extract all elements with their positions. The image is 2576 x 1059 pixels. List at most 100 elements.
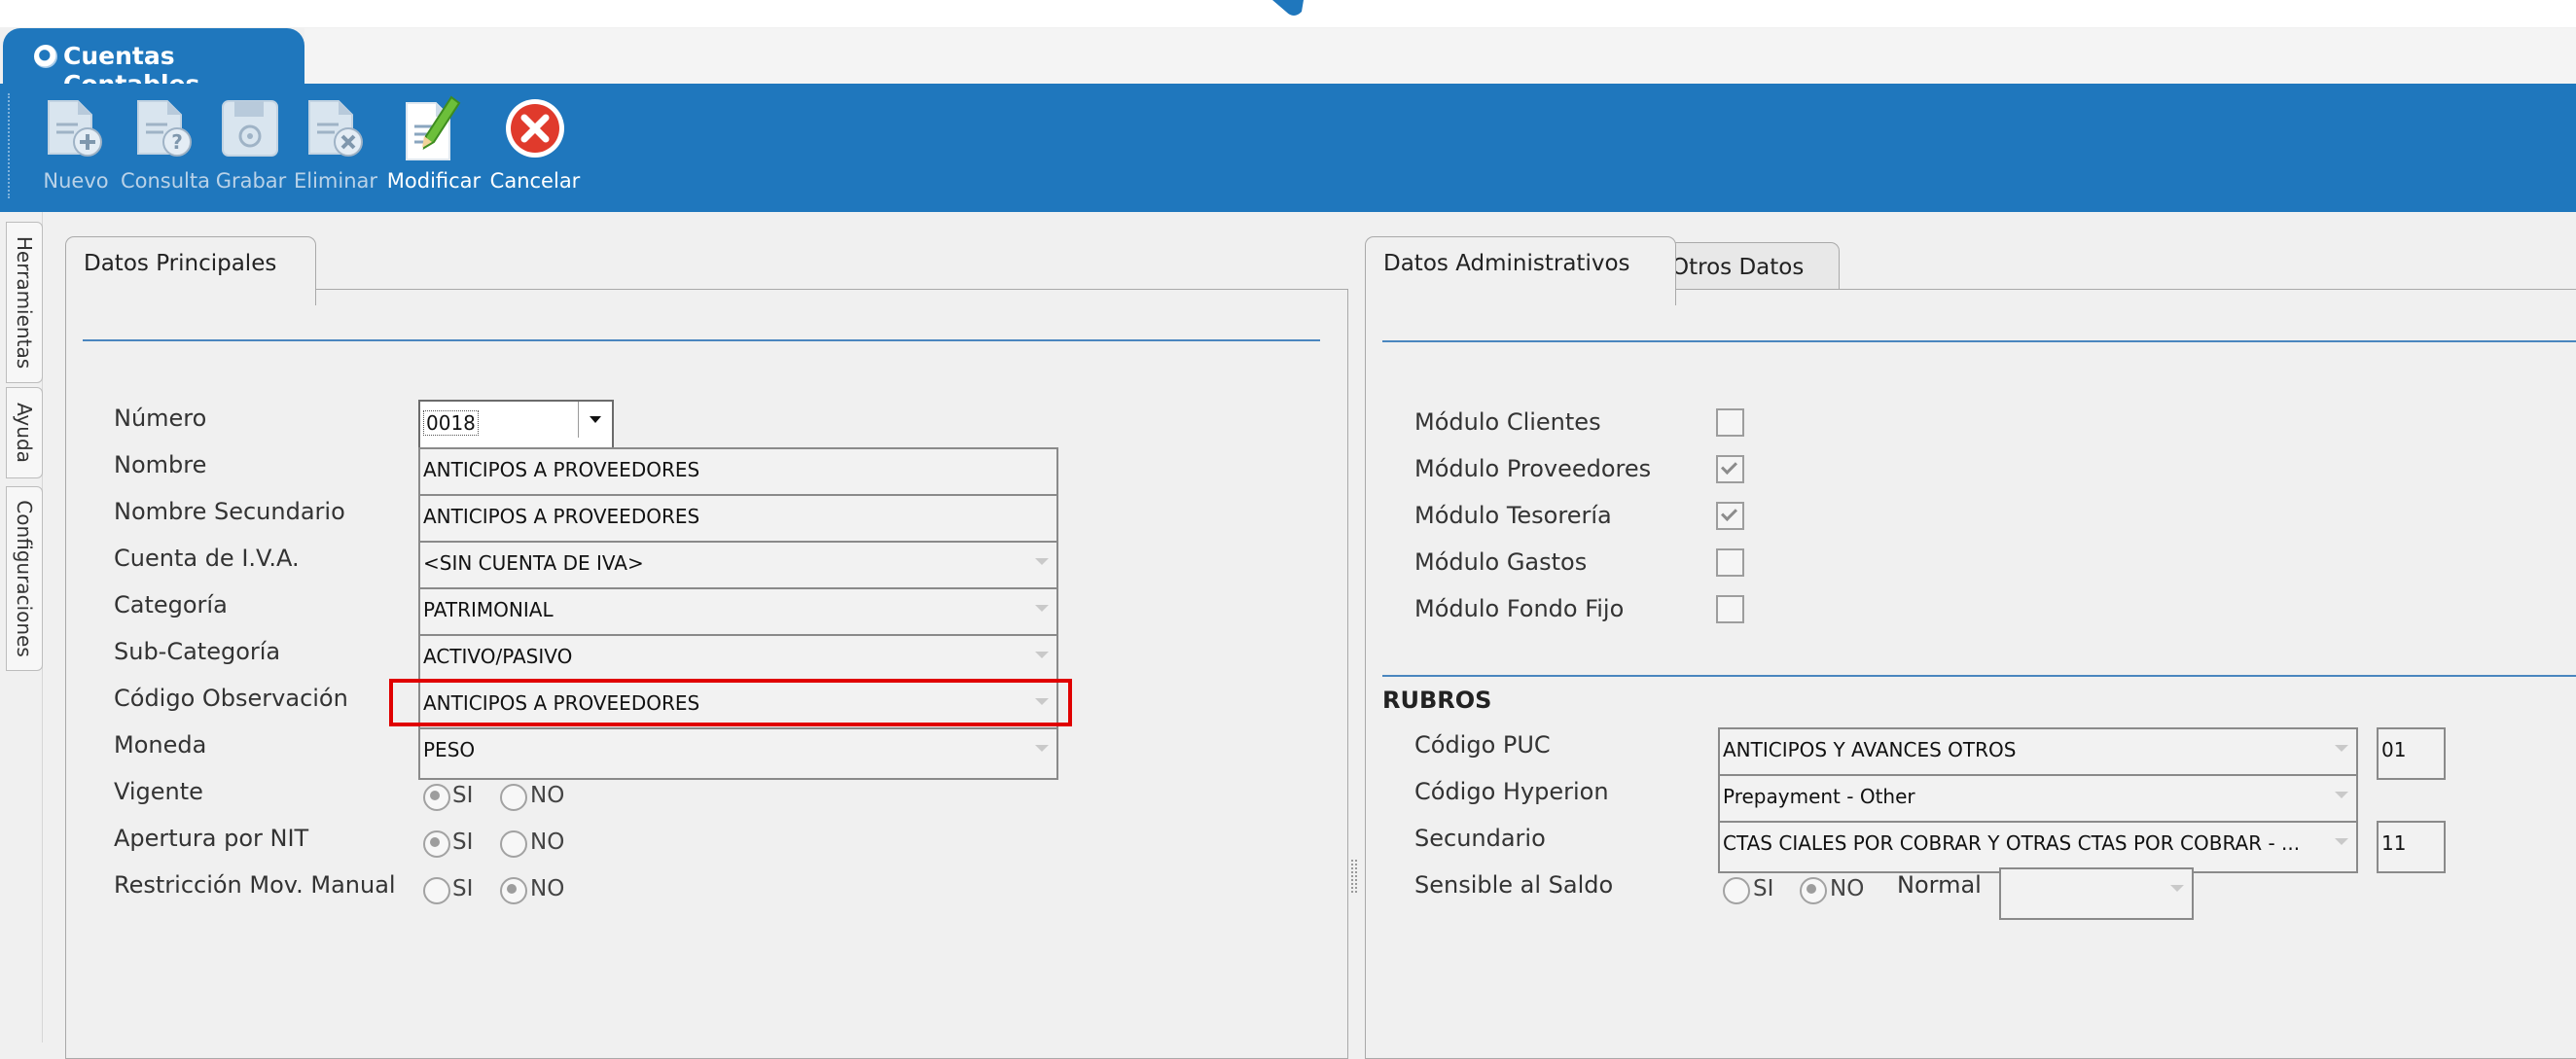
nombre-field[interactable]: ANTICIPOS A PROVEEDORES — [418, 447, 1058, 500]
sensible-saldo-label: Sensible al Saldo — [1414, 871, 1614, 899]
categoria-label: Categoría — [114, 591, 228, 618]
apertura-nit-si-label: SI — [452, 830, 474, 855]
save-label: Grabar — [215, 169, 287, 193]
chevron-down-icon — [2335, 792, 2348, 798]
toolbar-grip[interactable] — [8, 93, 12, 198]
moneda-label: Moneda — [114, 731, 207, 759]
new-label: Nuevo — [43, 169, 109, 193]
numero-combobox[interactable]: 0018 — [418, 400, 614, 452]
restriccion-label: Restricción Mov. Manual — [114, 871, 396, 899]
numero-label: Número — [114, 405, 207, 432]
cuenta-iva-label: Cuenta de I.V.A. — [114, 545, 300, 572]
sensible-saldo-si-radio[interactable] — [1723, 877, 1750, 904]
nombre-secundario-field[interactable]: ANTICIPOS A PROVEEDORES — [418, 494, 1058, 547]
restriccion-no-label: NO — [530, 876, 565, 901]
tab-datos-administrativos[interactable]: Datos Administrativos — [1365, 236, 1676, 305]
secundario-code: 11 — [2381, 831, 2407, 855]
nombre-label: Nombre — [114, 451, 207, 478]
chevron-down-icon — [590, 416, 601, 423]
side-tab-herramientas-label: Herramientas — [13, 235, 36, 370]
chevron-down-icon — [1035, 745, 1049, 752]
chevron-down-icon — [1035, 652, 1049, 658]
cuenta-iva-value: <SIN CUENTA DE IVA> — [423, 551, 644, 575]
secundario-code-field[interactable]: 11 — [2377, 821, 2446, 873]
apertura-nit-si-radio[interactable] — [423, 830, 450, 858]
categoria-select[interactable]: PATRIMONIAL — [418, 587, 1058, 640]
numero-dropdown-button[interactable] — [578, 402, 612, 438]
normal-label: Normal — [1897, 871, 1982, 899]
rubros-heading: RUBROS — [1382, 687, 1492, 714]
secundario-label: Secundario — [1414, 825, 1546, 852]
tab-datos-principales[interactable]: Datos Principales — [65, 236, 316, 305]
query-document-icon: ? — [137, 100, 192, 157]
delete-document-icon — [308, 100, 363, 157]
codigo-hyperion-label: Código Hyperion — [1414, 778, 1609, 805]
codigo-puc-select[interactable]: ANTICIPOS Y AVANCES OTROS — [1718, 727, 2358, 780]
app-logo-icon — [34, 45, 57, 68]
sensible-saldo-si-label: SI — [1753, 876, 1774, 901]
modulo-clientes-checkbox[interactable] — [1716, 408, 1744, 437]
highlight-box — [389, 679, 1072, 726]
apertura-nit-no-label: NO — [530, 830, 565, 855]
brand-logo-fragment-icon — [1272, 0, 1304, 16]
vigente-label: Vigente — [114, 778, 203, 805]
delete-label: Eliminar — [293, 169, 378, 193]
modulo-gastos-label: Módulo Gastos — [1414, 548, 1588, 576]
modulo-gastos-checkbox[interactable] — [1716, 548, 1744, 577]
toolbar: Nuevo ? Consulta Grabar Eliminar Modific… — [0, 84, 2576, 212]
save-disk-icon — [222, 100, 278, 157]
side-tab-ayuda[interactable]: Ayuda — [6, 387, 43, 478]
cuenta-iva-select[interactable]: <SIN CUENTA DE IVA> — [418, 541, 1058, 593]
side-tab-herramientas[interactable]: Herramientas — [6, 222, 43, 383]
codigo-puc-label: Código PUC — [1414, 731, 1551, 759]
right-panel — [1365, 289, 2576, 1059]
vigente-no-radio[interactable] — [500, 784, 527, 811]
vigente-si-radio[interactable] — [423, 784, 450, 811]
modulo-tesoreria-checkbox[interactable] — [1716, 502, 1744, 530]
tab-datos-administrativos-label: Datos Administrativos — [1383, 251, 1630, 276]
window-tab[interactable]: Cuentas Contables — [3, 28, 304, 98]
sub-categoria-label: Sub-Categoría — [114, 638, 281, 665]
side-tab-configuraciones[interactable]: Configuraciones — [6, 486, 43, 671]
restriccion-no-radio[interactable] — [500, 877, 527, 904]
modulo-fondo-fijo-checkbox[interactable] — [1716, 595, 1744, 623]
chevron-down-icon — [2335, 745, 2348, 752]
sensible-saldo-no-label: NO — [1830, 876, 1865, 901]
svg-text:?: ? — [171, 130, 183, 154]
modulo-proveedores-checkbox[interactable] — [1716, 455, 1744, 483]
modulo-proveedores-label: Módulo Proveedores — [1414, 455, 1652, 482]
right-panel-separator — [1382, 340, 2576, 342]
query-label: Consulta — [120, 169, 210, 193]
cancel-icon — [506, 99, 564, 158]
moneda-select[interactable]: PESO — [418, 727, 1058, 780]
modify-label: Modificar — [386, 169, 482, 193]
modulo-tesoreria-label: Módulo Tesorería — [1414, 502, 1612, 529]
codigo-hyperion-value: Prepayment - Other — [1723, 785, 1915, 808]
tab-bar — [304, 28, 2576, 85]
codigo-puc-code: 01 — [2381, 738, 2407, 761]
sensible-saldo-no-radio[interactable] — [1800, 877, 1827, 904]
restriccion-si-radio[interactable] — [423, 877, 450, 904]
codigo-hyperion-select[interactable]: Prepayment - Other — [1718, 774, 2358, 827]
panel-splitter[interactable] — [1351, 860, 1357, 893]
side-tab-configuraciones-label: Configuraciones — [13, 500, 36, 657]
nombre-secundario-label: Nombre Secundario — [114, 498, 345, 525]
codigo-puc-code-field[interactable]: 01 — [2377, 727, 2446, 780]
categoria-value: PATRIMONIAL — [423, 598, 554, 621]
nombre-value: ANTICIPOS A PROVEEDORES — [423, 458, 700, 481]
modulo-fondo-fijo-label: Módulo Fondo Fijo — [1414, 595, 1625, 622]
modulo-clientes-label: Módulo Clientes — [1414, 408, 1601, 436]
numero-value: 0018 — [423, 410, 479, 436]
vigente-si-label: SI — [452, 783, 474, 808]
cancel-label: Cancelar — [489, 169, 581, 193]
side-tab-ayuda-label: Ayuda — [13, 403, 36, 463]
apertura-nit-no-radio[interactable] — [500, 830, 527, 858]
left-panel-separator — [83, 339, 1320, 341]
chevron-down-icon — [1035, 558, 1049, 565]
chevron-down-icon — [2335, 838, 2348, 845]
secundario-value: CTAS CIALES POR COBRAR Y OTRAS CTAS POR … — [1723, 831, 2301, 855]
secundario-select[interactable]: CTAS CIALES POR COBRAR Y OTRAS CTAS POR … — [1718, 821, 2358, 873]
moneda-value: PESO — [423, 738, 476, 761]
normal-select[interactable] — [1999, 867, 2194, 920]
edit-document-icon — [406, 95, 461, 160]
